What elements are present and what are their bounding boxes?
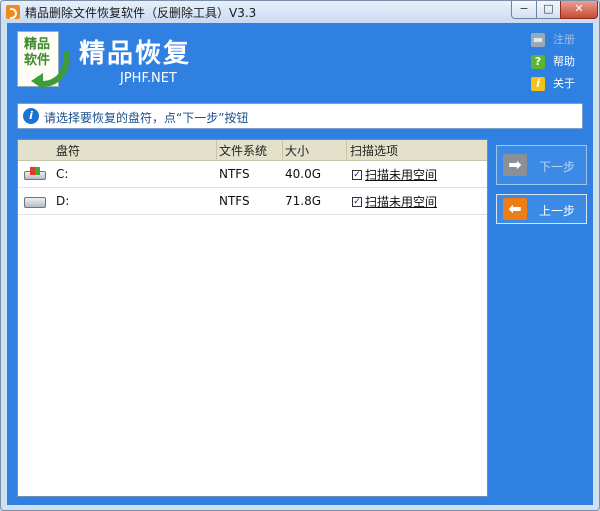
column-size[interactable]: 大小 bbox=[285, 142, 309, 159]
next-step-button[interactable]: ➡ 下一步 bbox=[496, 145, 587, 185]
scan-unused-label[interactable]: 扫描未用空间 bbox=[365, 168, 437, 182]
logo-arrow bbox=[39, 51, 69, 87]
instruction-text: 请选择要恢复的盘符，点“下一步”按钮 bbox=[44, 111, 249, 125]
arrow-left-icon: ⬅ bbox=[503, 198, 527, 220]
help-link[interactable]: ? 帮助 bbox=[531, 53, 575, 71]
help-label: 帮助 bbox=[553, 55, 575, 68]
column-divider[interactable] bbox=[216, 140, 217, 160]
next-step-label: 下一步 bbox=[539, 160, 576, 174]
about-link[interactable]: i 关于 bbox=[531, 75, 575, 93]
main-panel: 精品 软件 精品恢复 JPHF.NET ▬ 注册 ? 帮助 i 关于 i 请选择要恢复… bbox=[7, 23, 593, 505]
about-label: 关于 bbox=[553, 77, 575, 90]
column-divider[interactable] bbox=[346, 140, 347, 160]
drive-letter: D: bbox=[56, 194, 70, 208]
scan-unused-option[interactable]: ✓ 扫描未用空间 bbox=[352, 166, 437, 183]
logo-arrowhead bbox=[31, 73, 43, 89]
instruction-bar: i 请选择要恢复的盘符，点“下一步”按钮 bbox=[17, 103, 583, 129]
drive-size: 71.8G bbox=[285, 194, 322, 208]
column-drive[interactable]: 盘符 bbox=[56, 142, 80, 159]
window-title: 精品删除文件恢复软件（反删除工具）V3.3 bbox=[25, 6, 257, 20]
drive-list: 盘符 文件系统 大小 扫描选项 C: NTFS 40.0G ✓ 扫描未用空间 D: bbox=[17, 139, 488, 497]
question-icon: ? bbox=[531, 55, 545, 69]
scan-unused-checkbox[interactable]: ✓ bbox=[352, 196, 362, 207]
info-circle-icon: i bbox=[23, 108, 39, 124]
app-site: JPHF.NET bbox=[120, 71, 177, 86]
register-link[interactable]: ▬ 注册 bbox=[531, 31, 575, 49]
title-bar[interactable]: 精品删除文件恢复软件（反删除工具）V3.3 − □ ✕ bbox=[1, 1, 599, 23]
drive-size: 40.0G bbox=[285, 167, 322, 181]
previous-step-button[interactable]: ⬅ 上一步 bbox=[496, 194, 587, 224]
scan-unused-option[interactable]: ✓ 扫描未用空间 bbox=[352, 193, 437, 210]
hard-drive-icon bbox=[24, 194, 46, 208]
drive-filesystem: NTFS bbox=[219, 167, 250, 181]
app-name: 精品恢复 bbox=[79, 39, 192, 69]
close-button[interactable]: ✕ bbox=[560, 1, 598, 19]
minimize-button[interactable]: − bbox=[511, 1, 537, 19]
scan-unused-label[interactable]: 扫描未用空间 bbox=[365, 195, 437, 209]
cart-icon: ▬ bbox=[531, 33, 545, 47]
register-label: 注册 bbox=[553, 33, 575, 46]
column-divider[interactable] bbox=[282, 140, 283, 160]
scan-unused-checkbox[interactable]: ✓ bbox=[352, 169, 362, 180]
drive-letter: C: bbox=[56, 167, 69, 181]
drive-row-c[interactable]: C: NTFS 40.0G ✓ 扫描未用空间 bbox=[18, 161, 487, 188]
system-drive-icon bbox=[24, 167, 46, 181]
info-icon: i bbox=[531, 77, 545, 91]
drive-list-header: 盘符 文件系统 大小 扫描选项 bbox=[18, 140, 487, 161]
logo: 精品 软件 bbox=[17, 31, 69, 95]
arrow-right-icon: ➡ bbox=[503, 154, 527, 176]
logo-text-top: 精品 bbox=[23, 37, 50, 52]
app-window: 精品删除文件恢复软件（反删除工具）V3.3 − □ ✕ 精品 软件 精品恢复 J… bbox=[0, 0, 600, 511]
column-filesystem[interactable]: 文件系统 bbox=[219, 142, 267, 159]
previous-step-label: 上一步 bbox=[539, 204, 576, 218]
drive-filesystem: NTFS bbox=[219, 194, 250, 208]
column-scan-options[interactable]: 扫描选项 bbox=[350, 142, 398, 159]
app-icon bbox=[6, 5, 20, 19]
maximize-button[interactable]: □ bbox=[536, 1, 561, 19]
drive-row-d[interactable]: D: NTFS 71.8G ✓ 扫描未用空间 bbox=[18, 188, 487, 215]
